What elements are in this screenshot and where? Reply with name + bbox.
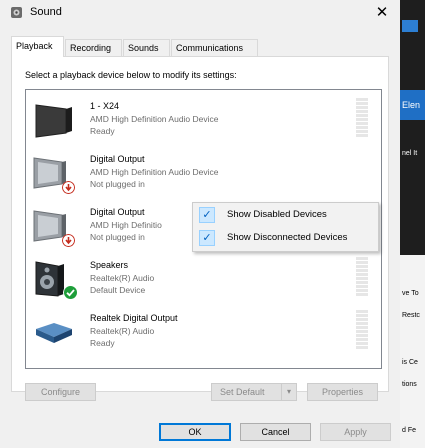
background-banner: Elen	[400, 90, 425, 120]
device-status: Ready	[90, 338, 115, 348]
device-name: Realtek Digital Output	[90, 313, 178, 323]
device-status: Default Device	[90, 285, 146, 295]
apply-button[interactable]: Apply	[320, 423, 391, 441]
background-text: ve To	[402, 290, 419, 297]
window-title: Sound	[30, 6, 62, 18]
unplugged-badge-icon	[62, 234, 75, 247]
properties-button[interactable]: Properties	[307, 383, 378, 401]
sound-dialog: Sound ✕ Playback Recording Sounds Commun…	[0, 0, 400, 448]
tab-recording[interactable]: Recording	[65, 39, 122, 56]
level-meter	[356, 257, 368, 301]
menu-item-show-disabled[interactable]: ✓ Show Disabled Devices	[193, 204, 378, 226]
background-text: is Ce	[402, 359, 418, 366]
checkmark-icon: ✓	[199, 230, 215, 246]
background-text: nel It	[402, 150, 418, 157]
device-item[interactable]: Digital Output AMD High Definition Audio…	[26, 146, 381, 199]
digital-output-icon	[36, 323, 72, 343]
cancel-button[interactable]: Cancel	[240, 423, 311, 441]
checkmark-icon: ✓	[199, 207, 215, 223]
level-meter	[356, 98, 368, 142]
device-description: AMD High Definition Audio Device	[90, 167, 219, 177]
background-window: Elen nel It ve To Restc is Ce tions d Fe	[400, 0, 425, 448]
speaker-app-icon	[11, 7, 22, 18]
background-text: Restc	[402, 312, 420, 319]
monitor-icon	[35, 104, 72, 138]
device-status: Ready	[90, 126, 115, 136]
device-description: Realtek(R) Audio	[90, 326, 155, 336]
device-item[interactable]: 1 - X24 AMD High Definition Audio Device…	[26, 93, 381, 146]
close-button[interactable]: ✕	[370, 3, 394, 23]
device-description: AMD High Definitio	[90, 220, 162, 230]
ok-button[interactable]: OK	[159, 423, 231, 441]
device-description: Realtek(R) Audio	[90, 273, 155, 283]
device-status: Not plugged in	[90, 232, 145, 242]
background-text: tions	[402, 381, 417, 388]
menu-item-label: Show Disconnected Devices	[227, 232, 348, 243]
device-status: Not plugged in	[90, 179, 145, 189]
background-text: Elen	[402, 100, 421, 110]
background-text: d Fe	[402, 427, 417, 434]
instructions-text: Select a playback device below to modify…	[25, 70, 237, 80]
configure-button[interactable]: Configure	[25, 383, 96, 401]
tab-playback[interactable]: Playback	[11, 36, 64, 57]
title-bar: Sound ✕	[0, 0, 400, 26]
device-item[interactable]: Realtek Digital Output Realtek(R) Audio …	[26, 305, 381, 358]
menu-item-label: Show Disabled Devices	[227, 209, 327, 220]
tab-sounds[interactable]: Sounds	[123, 39, 170, 56]
chevron-down-icon[interactable]: ▾	[281, 384, 296, 400]
context-menu: ✓ Show Disabled Devices ✓ Show Disconnec…	[192, 202, 379, 252]
set-default-label: Set Default	[220, 387, 265, 397]
menu-item-show-disconnected[interactable]: ✓ Show Disconnected Devices	[193, 227, 378, 249]
set-default-button[interactable]: Set Default ▾	[211, 383, 297, 401]
background-panel: ve To Restc is Ce tions d Fe	[400, 255, 425, 448]
device-item[interactable]: Speakers Realtek(R) Audio Default Device	[26, 252, 381, 305]
background-app-icon	[402, 20, 418, 32]
device-name: Speakers	[90, 260, 129, 270]
device-description: AMD High Definition Audio Device	[90, 114, 219, 124]
device-name: 1 - X24	[90, 101, 120, 111]
unplugged-badge-icon	[62, 181, 75, 194]
level-meter	[356, 310, 368, 354]
device-name: Digital Output	[90, 207, 145, 217]
device-name: Digital Output	[90, 154, 145, 164]
default-device-check-icon	[63, 285, 78, 300]
tab-communications[interactable]: Communications	[171, 39, 258, 56]
